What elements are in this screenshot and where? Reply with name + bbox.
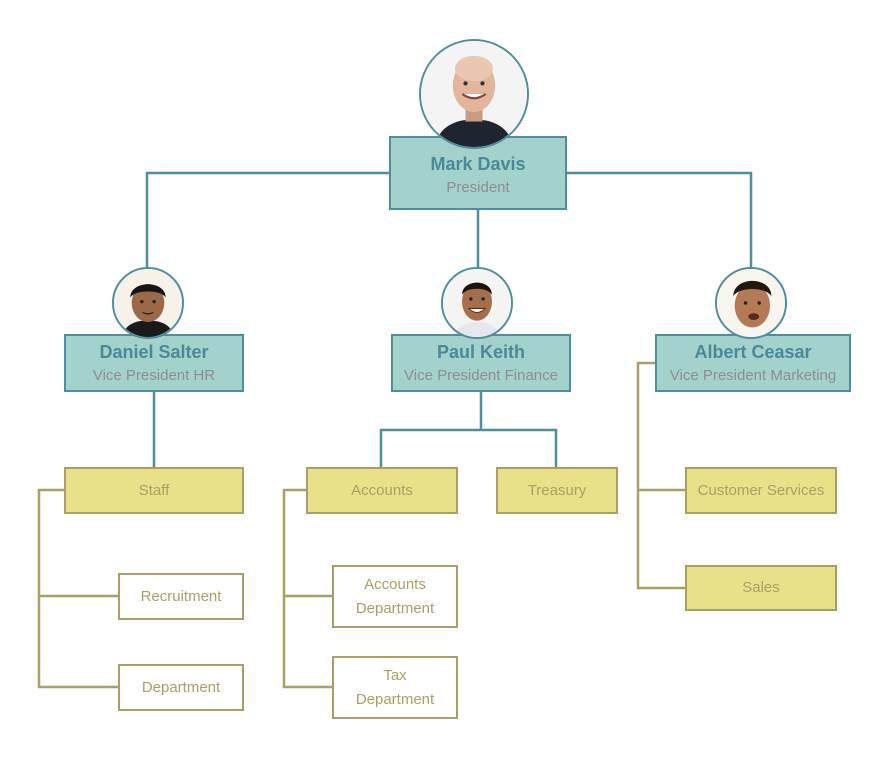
subunit-accounts-department-line2: Department (355, 599, 435, 617)
subunit-tax-department-line1: Tax (383, 666, 407, 684)
connector-finance-accounts (379, 428, 558, 467)
dept-customer-services-label: Customer Services (697, 481, 825, 499)
vp-marketing-avatar (715, 267, 787, 339)
subunit-recruitment-label: Recruitment (140, 587, 222, 605)
man-portrait-icon (114, 269, 182, 337)
man-portrait-icon (717, 269, 785, 337)
president-title: President (446, 178, 510, 196)
vp-hr-title: Vice President HR (92, 366, 216, 384)
subunit-tax-department[interactable]: Tax Department (332, 656, 458, 719)
vp-finance-avatar (441, 267, 513, 339)
vp-finance-name: Paul Keith (436, 341, 525, 362)
dept-sales[interactable]: Sales (685, 565, 837, 611)
subunit-hr-department[interactable]: Department (118, 664, 244, 711)
president-avatar (419, 39, 529, 149)
subunit-accounts-department-line1: Accounts (364, 575, 426, 593)
dept-treasury[interactable]: Treasury (496, 467, 618, 514)
connector-president-hr (145, 171, 389, 268)
connector-president-marketing (567, 171, 753, 268)
dept-accounts[interactable]: Accounts (306, 467, 458, 514)
connector-staff-subunits (37, 488, 118, 689)
vp-hr-avatar (112, 267, 184, 339)
dept-treasury-label: Treasury (527, 481, 587, 499)
dept-accounts-label: Accounts (351, 481, 413, 499)
vp-marketing-card[interactable]: Albert Ceasar Vice President Marketing (655, 334, 851, 392)
vp-hr-name: Daniel Salter (99, 341, 209, 362)
dept-staff[interactable]: Staff (64, 467, 244, 514)
connector-marketing-subunits (636, 361, 685, 590)
president-name: Mark Davis (430, 153, 526, 174)
vp-finance-title: Vice President Finance (404, 366, 558, 384)
connector-accounts-subunits (282, 488, 332, 689)
bald-man-portrait-icon (421, 41, 527, 147)
smiling-man-portrait-icon (443, 269, 511, 337)
dept-customer-services[interactable]: Customer Services (685, 467, 837, 514)
dept-staff-label: Staff (138, 481, 170, 499)
dept-sales-label: Sales (742, 579, 780, 596)
subunit-tax-department-line2: Department (355, 690, 435, 708)
subunit-accounts-department[interactable]: Accounts Department (332, 565, 458, 628)
vp-hr-card[interactable]: Daniel Salter Vice President HR (64, 334, 244, 392)
subunit-recruitment[interactable]: Recruitment (118, 573, 244, 620)
subunit-hr-department-label: Department (141, 678, 221, 696)
vp-finance-card[interactable]: Paul Keith Vice President Finance (391, 334, 571, 392)
vp-marketing-name: Albert Ceasar (694, 341, 812, 362)
vp-marketing-title: Vice President Marketing (669, 366, 837, 384)
